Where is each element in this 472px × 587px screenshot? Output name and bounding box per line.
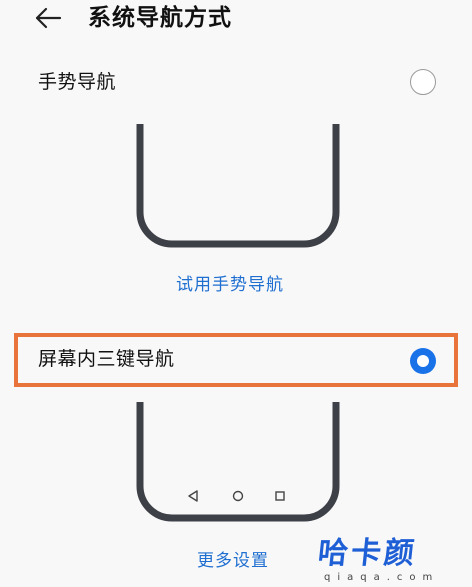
- gesture-navigation-option[interactable]: 手势导航: [14, 52, 458, 108]
- gesture-navigation-radio[interactable]: [410, 69, 436, 95]
- more-settings-link[interactable]: 更多设置: [197, 549, 269, 573]
- three-key-navigation-label: 屏幕内三键导航: [38, 348, 175, 370]
- home-circle-icon: [232, 490, 244, 502]
- three-key-phone-illustration: [136, 402, 340, 522]
- recent-square-icon: [275, 491, 285, 501]
- three-key-navigation-radio[interactable]: [410, 348, 436, 374]
- watermark-logo: 哈卡颜: [316, 536, 419, 571]
- try-gesture-navigation-link[interactable]: 试用手势导航: [176, 273, 284, 297]
- page-title: 系统导航方式: [88, 5, 232, 31]
- header-bar: 系统导航方式: [0, 0, 472, 44]
- back-triangle-icon: [188, 490, 198, 502]
- gesture-phone-illustration: [136, 124, 340, 248]
- three-key-navigation-option[interactable]: 屏幕内三键导航: [14, 333, 458, 387]
- site-watermark: 哈卡颜 qiaqa.com: [316, 536, 468, 586]
- watermark-domain: qiaqa.com: [324, 572, 440, 583]
- arrow-left-icon[interactable]: [34, 7, 62, 29]
- gesture-navigation-label: 手势导航: [38, 71, 117, 93]
